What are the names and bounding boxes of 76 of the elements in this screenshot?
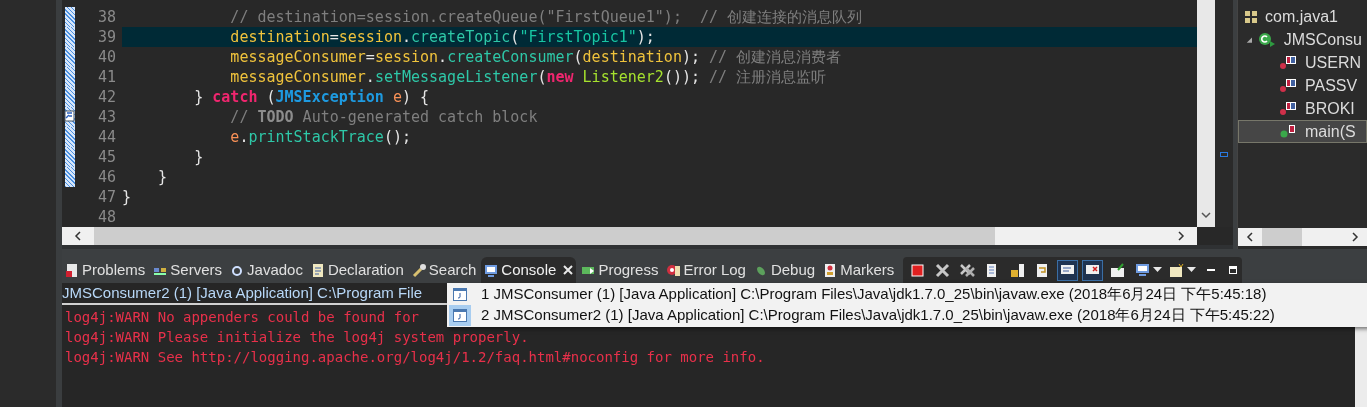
display-icon xyxy=(1135,262,1151,278)
monitor-icon xyxy=(484,262,499,278)
code-line: } xyxy=(157,167,169,187)
chevron-right-icon[interactable] xyxy=(1177,231,1185,241)
chevron-left-icon[interactable] xyxy=(74,231,82,241)
line-number: 46 xyxy=(97,166,117,188)
panel-tab[interactable]: Servers xyxy=(150,257,226,283)
pin-icon xyxy=(1110,262,1126,278)
outline-item[interactable]: JMSConsu xyxy=(1238,28,1367,51)
lock-icon xyxy=(1010,262,1026,278)
line-number: 39 xyxy=(97,26,117,48)
line-number: 43 xyxy=(97,106,117,128)
panel-tab[interactable]: Markers xyxy=(820,257,898,283)
warning-list-icon xyxy=(65,262,79,278)
line-number: 45 xyxy=(97,146,117,168)
outline-item[interactable]: com.java1 xyxy=(1238,5,1367,28)
line-number: 42 xyxy=(97,86,117,108)
chevron-left-icon[interactable] xyxy=(1246,232,1254,242)
overview-marker[interactable] xyxy=(1220,152,1228,157)
menu-item[interactable]: 2 JMSConsumer2 (1) [Java Application] C:\Program Files\Java\jdk1.7.0_25\bin\javaw.exe (2018年6月24日 下午5:45:22) xyxy=(447,305,1367,326)
panel-tab[interactable]: Problems xyxy=(62,257,149,283)
code-line: // destination=session.createQueue("FirstQueue1"); // 创建连接的消息队列 xyxy=(229,7,864,27)
line-number: 48 xyxy=(97,206,117,228)
console-line: log4j:WARN No appenders could be found for xyxy=(65,308,419,327)
field-icon xyxy=(1279,100,1297,117)
chevron-right-icon[interactable] xyxy=(1351,232,1359,242)
outline-item[interactable]: main(S xyxy=(1238,120,1367,143)
code-line: e.printStackTrace(); xyxy=(229,127,412,147)
target-icon xyxy=(666,262,681,278)
panel-tab[interactable]: Debug xyxy=(750,257,819,283)
close-icon[interactable] xyxy=(563,265,574,275)
maximize-icon[interactable] xyxy=(1228,265,1239,275)
dropdown-icon[interactable] xyxy=(1153,267,1163,273)
outline-item[interactable]: PASSV xyxy=(1238,74,1367,97)
panel-tab[interactable]: Console xyxy=(481,257,577,283)
remove-icon xyxy=(935,262,951,278)
stop-icon xyxy=(910,262,926,278)
line-number: 44 xyxy=(97,126,117,148)
code-line: // TODO Auto-generated catch block xyxy=(229,107,539,127)
vertical-scrollbar[interactable] xyxy=(1197,0,1215,227)
panel-tab[interactable]: Progress xyxy=(578,257,662,283)
line-number: 47 xyxy=(97,186,117,208)
remove-all-icon xyxy=(960,262,976,278)
window-icon xyxy=(453,309,467,322)
field-icon xyxy=(1279,54,1297,71)
field-icon xyxy=(1279,77,1297,94)
line-number: 41 xyxy=(97,66,117,88)
toolbar-button[interactable] xyxy=(1057,259,1079,281)
horizontal-scrollbar[interactable] xyxy=(1238,228,1367,246)
panel-tab[interactable]: Search xyxy=(408,257,480,283)
dropdown-icon[interactable] xyxy=(1187,267,1197,273)
class-icon xyxy=(1257,31,1276,48)
code-line: messageConsumer.setMessageListener(new Listener2()); // 注册消息监听 xyxy=(229,67,828,87)
outline-item[interactable]: USERN xyxy=(1238,51,1367,74)
grid-icon xyxy=(1245,10,1257,23)
code-line: } xyxy=(122,187,133,207)
code-line: messageConsumer=session.createConsumer(destination); // 创建消息消费者 xyxy=(229,47,843,67)
console-line: log4j:WARN Please initialize the log4j system properly. xyxy=(65,328,529,347)
panel-tab[interactable]: Declaration xyxy=(307,257,407,283)
line-number: 38 xyxy=(97,6,117,28)
marker-icon xyxy=(823,262,838,278)
code-line: } xyxy=(193,147,205,167)
horizontal-scrollbar[interactable] xyxy=(62,227,1197,245)
panel-tab[interactable]: Javadoc xyxy=(227,257,306,283)
outline-item[interactable]: BROKI xyxy=(1238,97,1367,120)
method-icon xyxy=(1279,123,1297,140)
line-number: 40 xyxy=(97,46,117,68)
panel-tab[interactable]: Error Log xyxy=(663,257,749,283)
flashlight-icon xyxy=(411,262,426,278)
new-console-icon xyxy=(1169,262,1185,278)
window-icon xyxy=(453,288,467,301)
code-line: } catch (JMSException e) { xyxy=(193,87,431,107)
chevron-down-icon[interactable] xyxy=(1201,212,1211,219)
console-line: log4j:WARN See http://logging.apache.org/log4j/1.2/faq.html#noconfig for more info. xyxy=(65,348,765,367)
toolbar-button[interactable] xyxy=(1082,259,1104,281)
document-icon xyxy=(310,262,325,278)
